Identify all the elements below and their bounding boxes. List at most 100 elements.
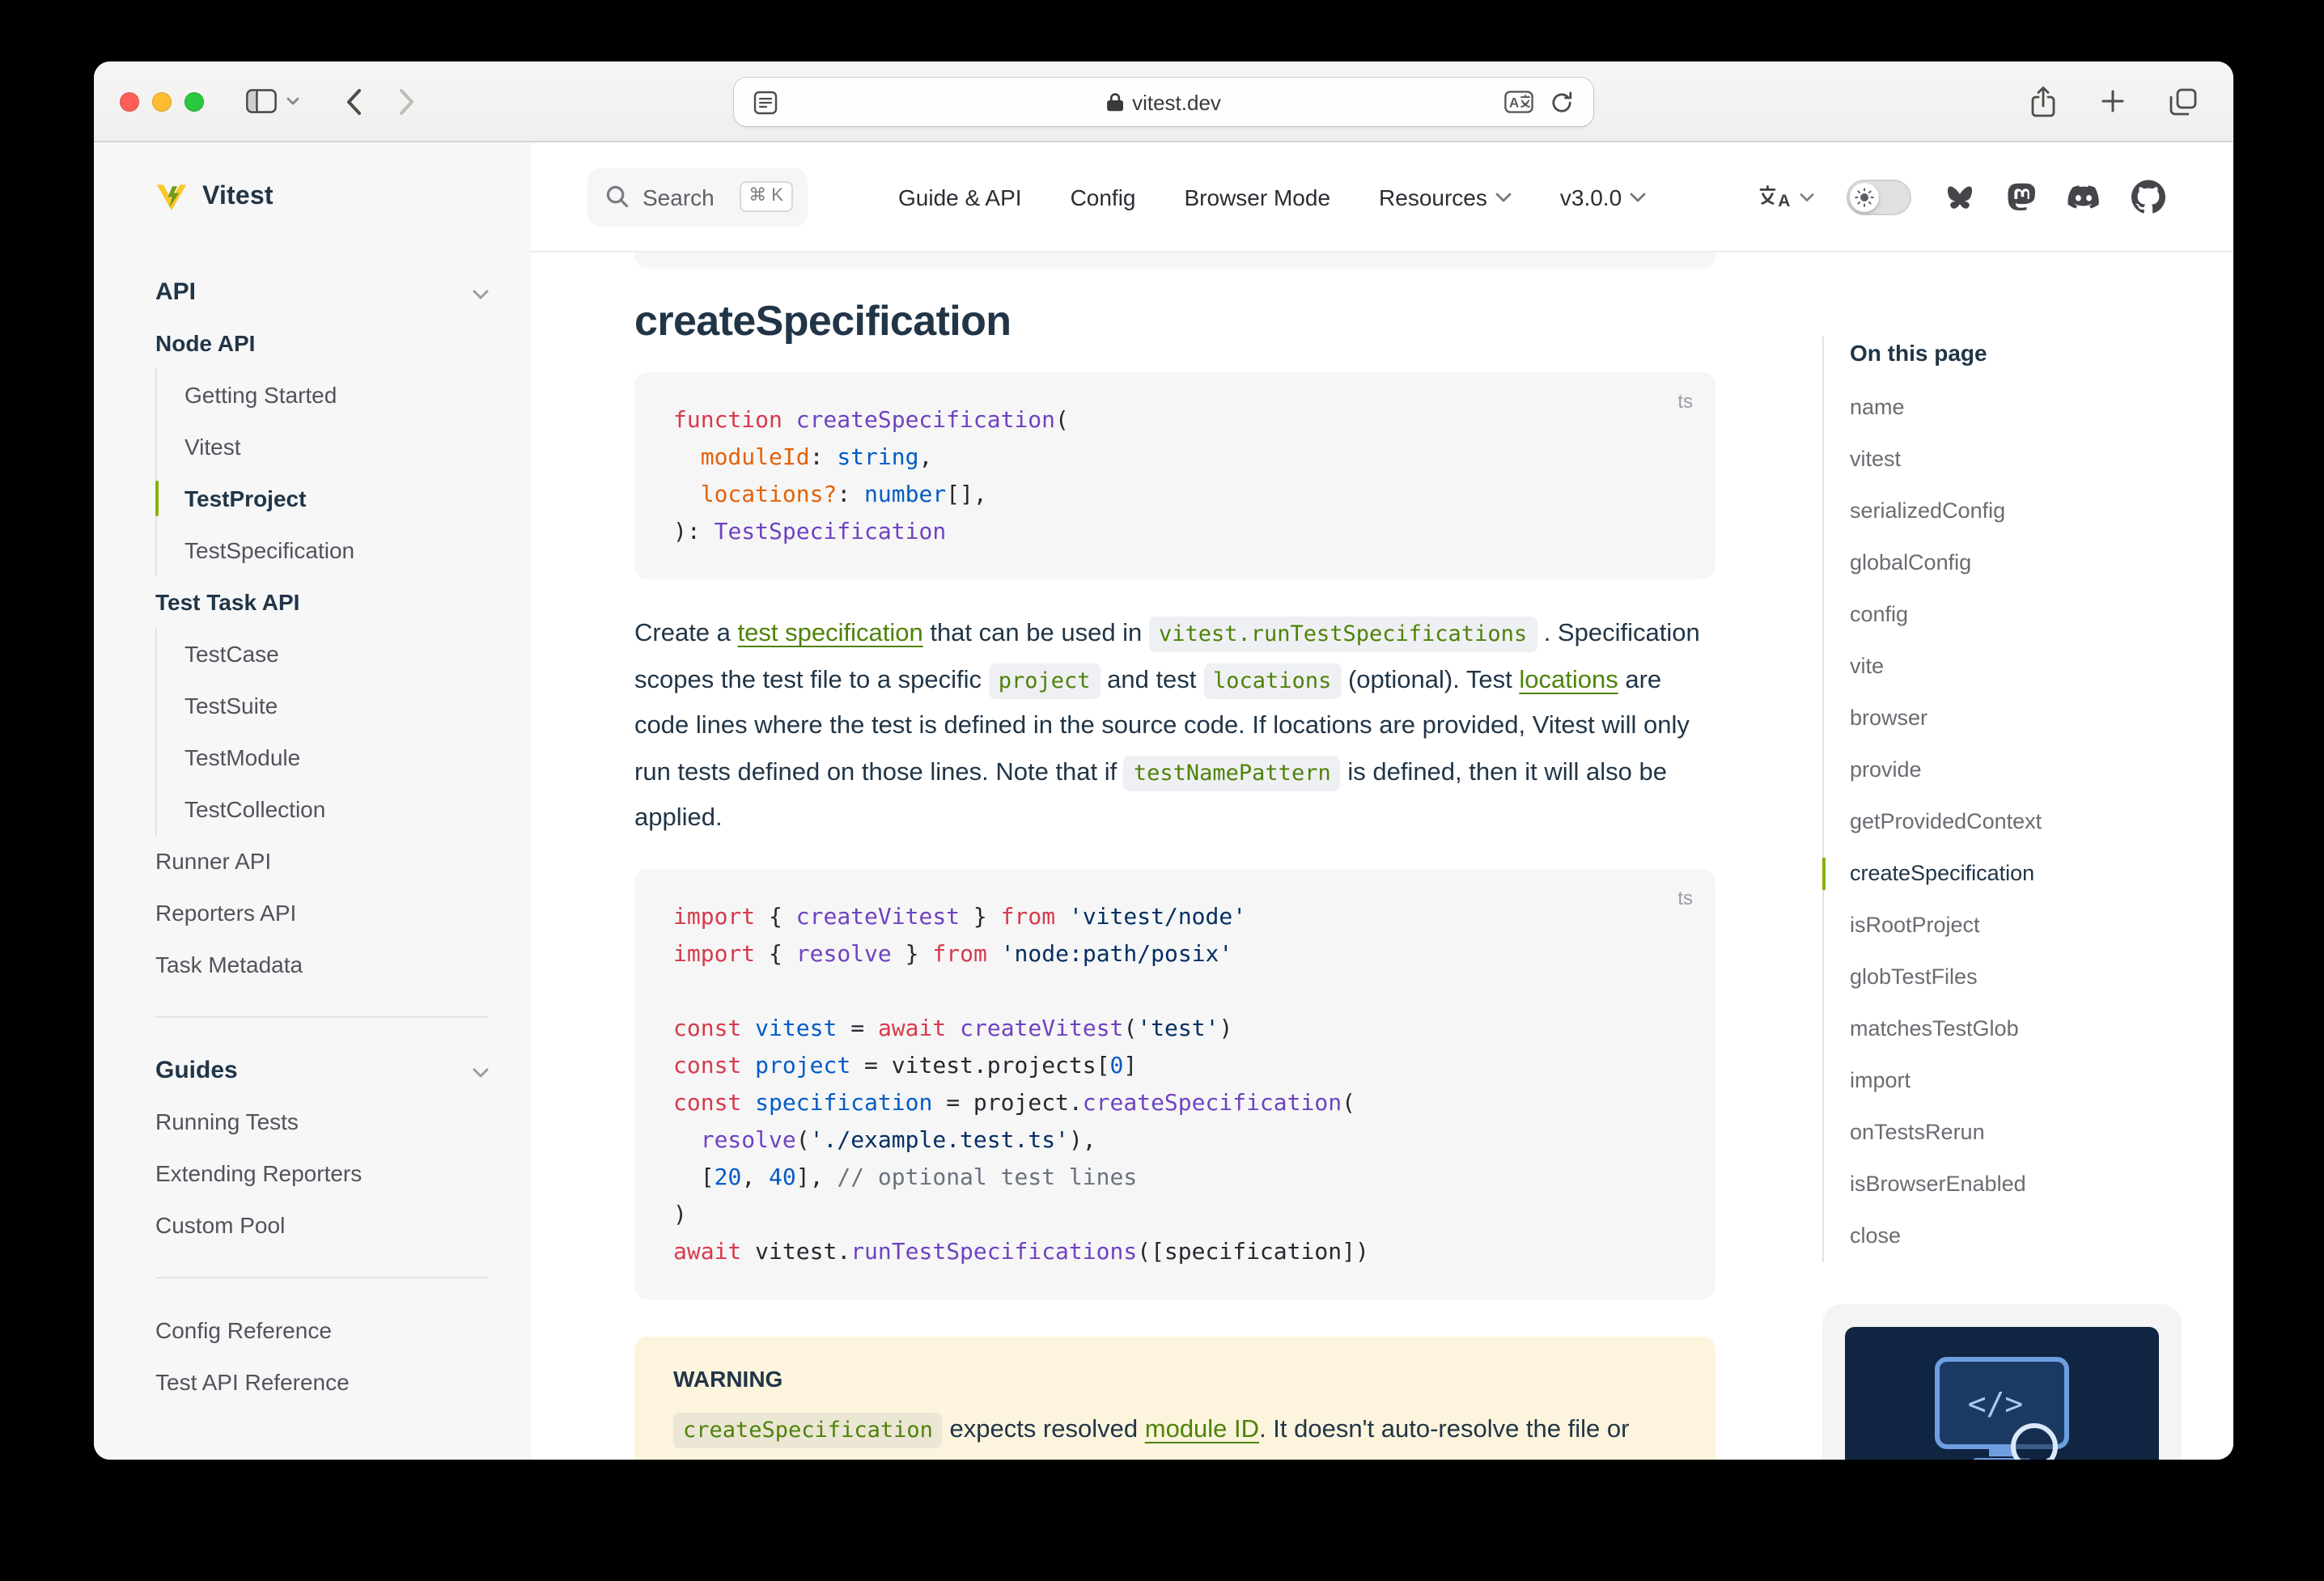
new-tab-icon[interactable] bbox=[2099, 87, 2127, 115]
toc-item-browser[interactable]: browser bbox=[1850, 693, 2182, 744]
sidebar-item-testproject[interactable]: TestProject bbox=[184, 473, 489, 524]
theme-toggle[interactable] bbox=[1847, 179, 1911, 214]
code-line: const specification = project.createSpec… bbox=[673, 1085, 1677, 1122]
chevron-down-icon bbox=[1800, 192, 1814, 201]
chevron-down-icon bbox=[473, 1056, 489, 1083]
browser-window: vitest.dev A bbox=[94, 61, 2233, 1460]
sidebar-item-testsuite[interactable]: TestSuite bbox=[184, 680, 489, 731]
sidebar-divider bbox=[155, 1277, 489, 1278]
sidebar-item-node-api[interactable]: Node API bbox=[155, 317, 489, 369]
toc-item-matchestestglob[interactable]: matchesTestGlob bbox=[1850, 1003, 2182, 1055]
sidebar-item-extending-reporters[interactable]: Extending Reporters bbox=[155, 1147, 489, 1199]
sidebar-section-api[interactable]: API bbox=[155, 265, 489, 317]
text-run: that can be used in bbox=[923, 620, 1149, 647]
warning-body: createSpecification expects resolved mod… bbox=[673, 1407, 1677, 1460]
text-run: and test bbox=[1101, 666, 1204, 693]
search-shortcut-badge: ⌘ K bbox=[739, 181, 793, 212]
sidebar-item-getting-started[interactable]: Getting Started bbox=[184, 369, 489, 421]
sponsor-card[interactable]: </> bbox=[1822, 1304, 2182, 1460]
code-line: function createSpecification( bbox=[673, 403, 1677, 440]
inline-code: testNamePattern bbox=[1124, 755, 1341, 790]
mastodon-icon[interactable] bbox=[2007, 182, 2036, 211]
inline-link[interactable]: test specification bbox=[738, 620, 923, 647]
language-menu[interactable]: A bbox=[1758, 184, 1814, 210]
sidebar-item-testspecification[interactable]: TestSpecification bbox=[184, 524, 489, 576]
tab-overview-icon[interactable] bbox=[2169, 87, 2198, 116]
traffic-lights bbox=[120, 91, 204, 111]
sidebar-item-vitest[interactable]: Vitest bbox=[184, 421, 489, 473]
sidebar-item-test-api-reference[interactable]: Test API Reference bbox=[155, 1356, 489, 1408]
toc-item-serializedconfig[interactable]: serializedConfig bbox=[1850, 485, 2182, 537]
search-input[interactable]: Search ⌘ K bbox=[587, 167, 808, 226]
sidebar-section-guides[interactable]: Guides bbox=[155, 1044, 489, 1096]
toc-item-import[interactable]: import bbox=[1850, 1055, 2182, 1107]
sidebar-item-task-metadata[interactable]: Task Metadata bbox=[155, 939, 489, 990]
toc-item-getprovidedcontext[interactable]: getProvidedContext bbox=[1850, 796, 2182, 848]
toc-item-close[interactable]: close bbox=[1850, 1210, 2182, 1262]
sidebar-item-testcase[interactable]: TestCase bbox=[184, 628, 489, 680]
toc-item-ontestsrerun[interactable]: onTestsRerun bbox=[1850, 1107, 2182, 1159]
toc-item-name[interactable]: name bbox=[1850, 382, 2182, 434]
forward-button[interactable] bbox=[398, 87, 416, 116]
warning-callout: WARNING createSpecification expects reso… bbox=[634, 1336, 1715, 1460]
zoom-window-button[interactable] bbox=[184, 91, 204, 111]
text-run: expects resolved bbox=[943, 1415, 1145, 1443]
chevron-down-icon bbox=[1495, 192, 1512, 201]
lock-icon bbox=[1106, 92, 1122, 112]
sidebar-item-testmodule[interactable]: TestModule bbox=[184, 731, 489, 783]
github-icon[interactable] bbox=[2131, 180, 2165, 214]
toc-item-isbrowserenabled[interactable]: isBrowserEnabled bbox=[1850, 1159, 2182, 1210]
share-icon[interactable] bbox=[2029, 85, 2057, 117]
example-code-block: ts import { createVitest } from 'vitest/… bbox=[634, 868, 1715, 1299]
reload-icon[interactable] bbox=[1550, 90, 1574, 114]
code-line bbox=[673, 973, 1677, 1011]
inline-code-link[interactable]: vitest.runTestSpecifications bbox=[1149, 617, 1537, 652]
close-window-button[interactable] bbox=[120, 91, 139, 111]
sidebar-item-running-tests[interactable]: Running Tests bbox=[155, 1096, 489, 1147]
minimize-window-button[interactable] bbox=[152, 91, 172, 111]
toc-item-createspecification[interactable]: createSpecification bbox=[1850, 848, 2182, 900]
content-area: Search ⌘ K Guide & API Config Browser Mo… bbox=[531, 142, 2233, 1460]
address-bar[interactable]: vitest.dev A bbox=[734, 78, 1593, 126]
browser-toolbar: vitest.dev A bbox=[94, 61, 2233, 142]
sidebar-item-runner-api[interactable]: Runner API bbox=[155, 835, 489, 887]
toc-item-vitest[interactable]: vitest bbox=[1850, 434, 2182, 485]
toc-item-vite[interactable]: vite bbox=[1850, 641, 2182, 693]
chevron-down-icon bbox=[1630, 192, 1646, 201]
nav-dropdown-version[interactable]: v3.0.0 bbox=[1560, 184, 1646, 210]
nav-link-browser-mode[interactable]: Browser Mode bbox=[1185, 184, 1331, 210]
inline-link[interactable]: module ID bbox=[1145, 1415, 1259, 1443]
site-logo[interactable]: Vitest bbox=[155, 142, 489, 252]
signature-code-block: ts function createSpecification( moduleI… bbox=[634, 372, 1715, 579]
toc-item-isrootproject[interactable]: isRootProject bbox=[1850, 900, 2182, 952]
sidebar-item-config-reference[interactable]: Config Reference bbox=[155, 1304, 489, 1356]
search-placeholder: Search bbox=[642, 184, 715, 210]
toc-item-globalconfig[interactable]: globalConfig bbox=[1850, 537, 2182, 589]
translate-icon[interactable]: A bbox=[1504, 91, 1533, 113]
toc-item-globtestfiles[interactable]: globTestFiles bbox=[1850, 952, 2182, 1003]
code-lines: import { createVitest } from 'vitest/nod… bbox=[673, 899, 1677, 1271]
back-button[interactable] bbox=[345, 87, 363, 116]
page-settings-icon[interactable] bbox=[753, 90, 778, 114]
sponsor-image: </> bbox=[1845, 1327, 2159, 1460]
sidebar-section-label: API bbox=[155, 278, 196, 305]
sidebar-item-test-task-api[interactable]: Test Task API bbox=[155, 576, 489, 628]
sidebar-item-custom-pool[interactable]: Custom Pool bbox=[155, 1199, 489, 1251]
site-title: Vitest bbox=[202, 183, 274, 212]
toc-item-provide[interactable]: provide bbox=[1850, 744, 2182, 796]
sidebar-toggle-icon[interactable] bbox=[246, 89, 277, 113]
svg-text:A: A bbox=[1778, 191, 1790, 210]
nav-dropdown-resources[interactable]: Resources bbox=[1379, 184, 1512, 210]
discord-icon[interactable] bbox=[2067, 184, 2101, 210]
toc-item-config[interactable]: config bbox=[1850, 589, 2182, 641]
nav-link-guide-api[interactable]: Guide & API bbox=[898, 184, 1022, 210]
tab-group-chevron-icon[interactable] bbox=[286, 97, 299, 105]
inline-link[interactable]: locations bbox=[1519, 666, 1618, 693]
sidebar-item-reporters-api[interactable]: Reporters API bbox=[155, 887, 489, 939]
nav-link-config[interactable]: Config bbox=[1071, 184, 1136, 210]
previous-code-block-edge bbox=[634, 252, 1715, 269]
url-text: vitest.dev bbox=[1106, 90, 1221, 114]
sidebar-item-testcollection[interactable]: TestCollection bbox=[184, 783, 489, 835]
code-line: ): TestSpecification bbox=[673, 515, 1677, 552]
bluesky-icon[interactable] bbox=[1944, 182, 1976, 211]
